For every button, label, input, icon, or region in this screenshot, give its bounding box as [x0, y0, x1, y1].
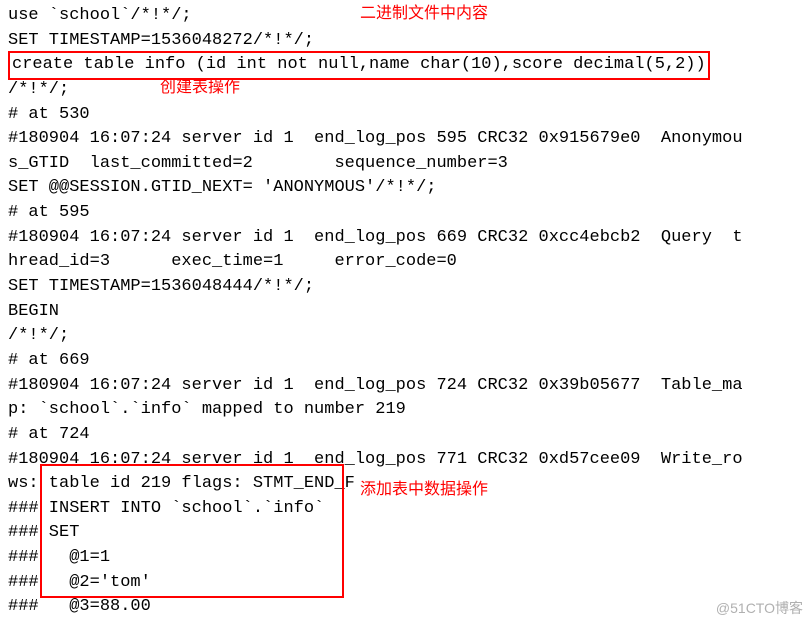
log-line: # at 595	[8, 201, 803, 226]
log-line: # at 724	[8, 423, 803, 448]
log-line: # at 669	[8, 349, 803, 374]
log-line: ### @1=1	[8, 546, 803, 571]
log-line: p: `school`.`info` mapped to number 219	[8, 398, 803, 423]
log-line: SET TIMESTAMP=1536048272/*!*/;	[8, 29, 803, 54]
log-line: SET @@SESSION.GTID_NEXT= 'ANONYMOUS'/*!*…	[8, 176, 803, 201]
annotation-binary-content: 二进制文件中内容	[360, 2, 488, 25]
log-line: ### SET	[8, 521, 803, 546]
log-line: # at 530	[8, 103, 803, 128]
log-line: #180904 16:07:24 server id 1 end_log_pos…	[8, 448, 803, 473]
annotation-create-op: 创建表操作	[160, 76, 240, 99]
log-line: /*!*/;	[8, 78, 803, 103]
log-line-create-table: create table info (id int not null,name …	[8, 53, 803, 78]
log-line: BEGIN	[8, 300, 803, 325]
log-line: s_GTID last_committed=2 sequence_number=…	[8, 152, 803, 177]
log-line: SET TIMESTAMP=1536048444/*!*/;	[8, 275, 803, 300]
highlight-create-table: create table info (id int not null,name …	[8, 51, 710, 80]
annotation-insert-op: 添加表中数据操作	[360, 478, 488, 501]
log-line: #180904 16:07:24 server id 1 end_log_pos…	[8, 374, 803, 399]
log-line: ### @2='tom'	[8, 571, 803, 596]
log-line: #180904 16:07:24 server id 1 end_log_pos…	[8, 127, 803, 152]
log-line: /*!*/;	[8, 324, 803, 349]
watermark: @51CTO博客	[716, 598, 803, 618]
log-line: #180904 16:07:24 server id 1 end_log_pos…	[8, 226, 803, 251]
log-line: ### @3=88.00	[8, 595, 803, 620]
log-line: hread_id=3 exec_time=1 error_code=0	[8, 250, 803, 275]
